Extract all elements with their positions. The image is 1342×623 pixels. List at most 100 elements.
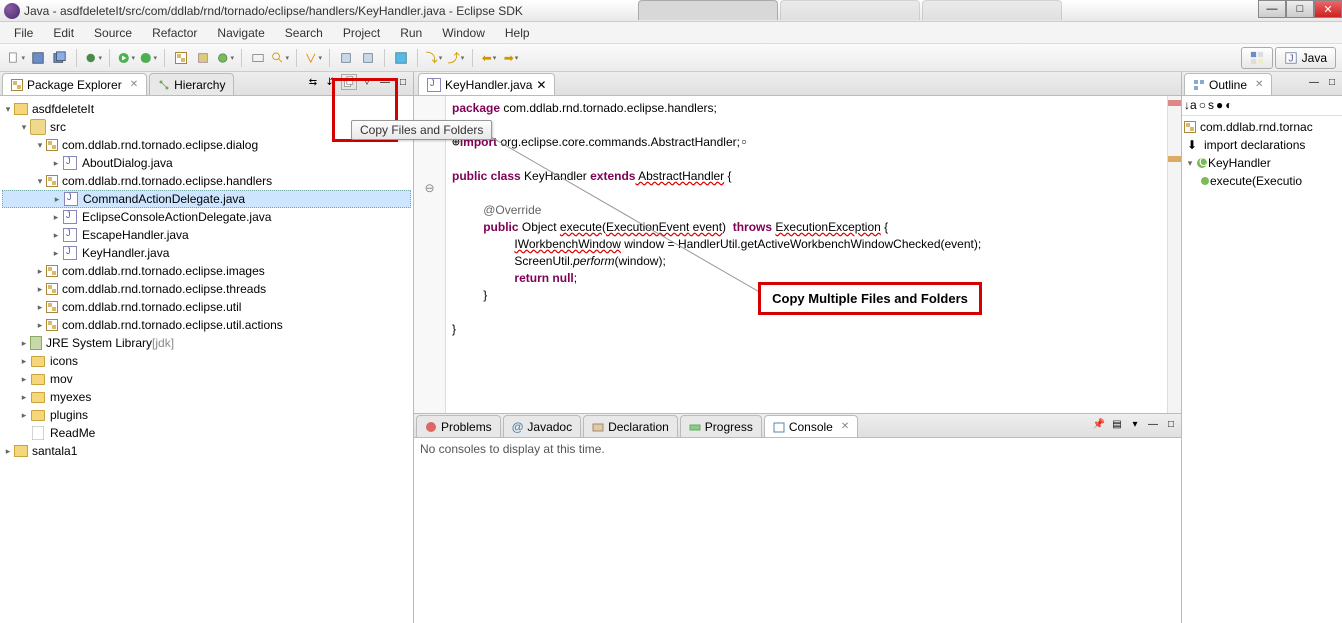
debug-button[interactable]: ▾ — [83, 48, 103, 68]
editor-area[interactable]: ⊖ package com.ddlab.rnd.tornado.eclipse.… — [414, 96, 1181, 413]
save-all-button[interactable] — [50, 48, 70, 68]
back-button[interactable]: ⬅▾ — [479, 48, 499, 68]
close-icon[interactable]: ✕ — [1255, 79, 1263, 90]
javadoc-tab[interactable]: @Javadoc — [503, 415, 581, 437]
tree-java-file[interactable]: ▸AboutDialog.java — [2, 154, 411, 172]
collapse-all-button[interactable]: ⇆ — [305, 74, 321, 90]
progress-tab[interactable]: Progress — [680, 415, 762, 437]
menu-source[interactable]: Source — [84, 24, 142, 42]
maximize-view-button[interactable]: □ — [395, 74, 411, 90]
new-class-button[interactable]: ▾ — [215, 48, 235, 68]
tree-package[interactable]: ▾com.ddlab.rnd.tornado.eclipse.handlers — [2, 172, 411, 190]
pin-button[interactable] — [391, 48, 411, 68]
menu-search[interactable]: Search — [275, 24, 333, 42]
error-marker-icon[interactable] — [1168, 100, 1181, 106]
overview-ruler[interactable] — [1167, 96, 1181, 413]
run-button[interactable]: ▾ — [116, 48, 136, 68]
open-type-button[interactable] — [248, 48, 268, 68]
save-button[interactable] — [28, 48, 48, 68]
folder-icon — [31, 392, 45, 403]
display-console-button[interactable]: ▤ — [1109, 416, 1125, 432]
hide-fields-button[interactable]: ○ — [1199, 98, 1206, 113]
close-button[interactable]: ✕ — [1314, 0, 1342, 18]
close-icon[interactable]: ✕ — [130, 79, 138, 90]
outline-tree[interactable]: com.ddlab.rnd.tornac ⬇import declaration… — [1182, 116, 1342, 623]
tree-project[interactable]: ▾asdfdeleteIt — [2, 100, 411, 118]
menu-help[interactable]: Help — [495, 24, 540, 42]
copy-files-button[interactable] — [341, 74, 357, 90]
menu-refactor[interactable]: Refactor — [142, 24, 207, 42]
console-tab[interactable]: Console✕ — [764, 415, 858, 437]
close-icon[interactable]: ✕ — [841, 421, 849, 432]
outline-tab[interactable]: Outline ✕ — [1184, 73, 1272, 95]
maximize-button[interactable]: □ — [1286, 0, 1314, 18]
tree-file[interactable]: ReadMe — [2, 424, 411, 442]
folder-icon — [31, 374, 45, 385]
minimize-view-button[interactable]: — — [377, 74, 393, 90]
maximize-view-button[interactable]: □ — [1324, 74, 1340, 90]
new-type-button[interactable] — [193, 48, 213, 68]
tree-folder[interactable]: ▸plugins — [2, 406, 411, 424]
tree-package[interactable]: ▾com.ddlab.rnd.tornado.eclipse.dialog — [2, 136, 411, 154]
tree-project[interactable]: ▸santala1 — [2, 442, 411, 460]
open-perspective-button[interactable] — [1241, 47, 1273, 69]
tree-java-file-selected[interactable]: ▸CommandActionDelegate.java — [2, 190, 411, 208]
tree-folder[interactable]: ▸icons — [2, 352, 411, 370]
problems-tab[interactable]: Problems — [416, 415, 501, 437]
hide-static-button[interactable]: s — [1208, 98, 1214, 113]
warning-marker-icon[interactable] — [1168, 156, 1181, 162]
open-console-button[interactable]: ▾ — [1127, 416, 1143, 432]
package-tree[interactable]: ▾asdfdeleteIt ▾src ▾com.ddlab.rnd.tornad… — [0, 96, 413, 623]
menu-file[interactable]: File — [4, 24, 43, 42]
tree-src[interactable]: ▾src — [2, 118, 411, 136]
minimize-view-button[interactable]: — — [1306, 74, 1322, 90]
link-editor-button[interactable]: ⇵ — [323, 74, 339, 90]
outline-package[interactable]: com.ddlab.rnd.tornac — [1184, 118, 1340, 136]
menu-project[interactable]: Project — [333, 24, 390, 42]
maximize-view-button[interactable]: □ — [1163, 416, 1179, 432]
tree-package[interactable]: ▸com.ddlab.rnd.tornado.eclipse.threads — [2, 280, 411, 298]
sort-button[interactable]: ↓a — [1184, 98, 1197, 113]
editor-tab[interactable]: KeyHandler.java ✕ — [418, 73, 555, 95]
pin-console-button[interactable]: 📌 — [1091, 416, 1107, 432]
close-icon[interactable]: ✕ — [536, 78, 546, 92]
new-button[interactable]: ▾ — [6, 48, 26, 68]
outline-class[interactable]: ▾CKeyHandler — [1184, 154, 1340, 172]
tree-folder[interactable]: ▸myexes — [2, 388, 411, 406]
menu-edit[interactable]: Edit — [43, 24, 84, 42]
minimize-button[interactable]: — — [1258, 0, 1286, 18]
declaration-tab[interactable]: Declaration — [583, 415, 678, 437]
outline-imports[interactable]: ⬇import declarations — [1184, 136, 1340, 154]
new-package-button[interactable] — [171, 48, 191, 68]
code-editor[interactable]: package com.ddlab.rnd.tornado.eclipse.ha… — [446, 96, 1167, 413]
tree-java-file[interactable]: ▸EclipseConsoleActionDelegate.java — [2, 208, 411, 226]
package-explorer-tab[interactable]: Package Explorer ✕ — [2, 73, 147, 95]
outline-method[interactable]: execute(Executio — [1184, 172, 1340, 190]
tree-package[interactable]: ▸com.ddlab.rnd.tornado.eclipse.images — [2, 262, 411, 280]
run-last-button[interactable]: ▾ — [138, 48, 158, 68]
java-perspective-button[interactable]: J Java — [1275, 47, 1336, 69]
hierarchy-tab[interactable]: Hierarchy — [149, 73, 234, 95]
fold-marker-icon[interactable]: ⊖ — [425, 181, 435, 191]
toggle-mark-button[interactable]: ▾ — [303, 48, 323, 68]
minimize-view-button[interactable]: — — [1145, 416, 1161, 432]
tree-jre[interactable]: ▸JRE System Library [jdk] — [2, 334, 411, 352]
cut-button[interactable] — [336, 48, 356, 68]
forward-button[interactable]: ➡▾ — [501, 48, 521, 68]
tree-package[interactable]: ▸com.ddlab.rnd.tornado.eclipse.util — [2, 298, 411, 316]
left-ruler: ⊖ — [414, 96, 446, 413]
paste-button[interactable] — [358, 48, 378, 68]
menu-navigate[interactable]: Navigate — [207, 24, 274, 42]
tree-java-file[interactable]: ▸EscapeHandler.java — [2, 226, 411, 244]
next-annotation-button[interactable]: ⤵▾ — [424, 48, 444, 68]
prev-annotation-button[interactable]: ⤴▾ — [446, 48, 466, 68]
search-button[interactable]: ▾ — [270, 48, 290, 68]
view-menu-button[interactable]: ▿ — [359, 74, 375, 90]
tree-folder[interactable]: ▸mov — [2, 370, 411, 388]
tree-java-file[interactable]: ▸KeyHandler.java — [2, 244, 411, 262]
menu-run[interactable]: Run — [390, 24, 432, 42]
hide-nonpublic-button[interactable]: ● — [1216, 98, 1223, 113]
hide-local-button[interactable]: ◐ — [1225, 98, 1232, 113]
menu-window[interactable]: Window — [432, 24, 495, 42]
tree-package[interactable]: ▸com.ddlab.rnd.tornado.eclipse.util.acti… — [2, 316, 411, 334]
